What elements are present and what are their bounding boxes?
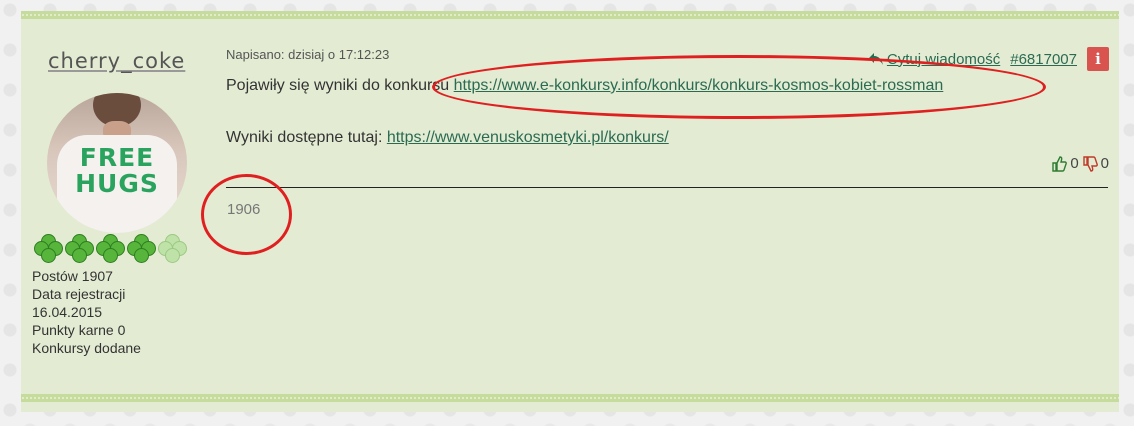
rank-icons	[33, 233, 187, 263]
author-registration-label: Data rejestracji	[32, 286, 126, 302]
avatar[interactable]: FREE HUGS	[47, 93, 187, 233]
results-link[interactable]: https://www.venuskosmetyki.pl/konkurs/	[387, 129, 669, 146]
signature-divider	[226, 187, 1108, 188]
clover-icon	[95, 233, 125, 263]
clover-faded-icon	[157, 233, 187, 263]
author-registration-date: 16.04.2015	[32, 304, 103, 320]
clover-icon	[33, 233, 63, 263]
report-info-icon[interactable]: i	[1087, 47, 1109, 71]
red-circle-annotation-link	[432, 55, 1046, 119]
post-date: Napisano: dzisiaj o 17:12:23	[226, 47, 390, 62]
post-line-2: Wyniki dostępne tutaj: https://www.venus…	[226, 128, 1106, 148]
avatar-shirt-text: FREE HUGS	[75, 143, 159, 198]
clover-icon	[126, 233, 156, 263]
post-line-2-text: Wyniki dostępne tutaj:	[226, 129, 387, 146]
author-post-count: Postów 1907	[32, 268, 113, 284]
author-contests-added: Konkursy dodane	[32, 340, 141, 356]
thumbs-down-icon[interactable]	[1082, 155, 1098, 172]
red-circle-annotation-signature	[201, 174, 292, 255]
author-info: Postów 1907 Data rejestracji 16.04.2015 …	[32, 267, 141, 357]
post-number-link[interactable]: #6817007	[1010, 51, 1077, 68]
upvote-count: 0	[1070, 155, 1079, 172]
author-penalty-points: Punkty karne 0	[32, 322, 126, 338]
post-bottom-bar	[21, 394, 1119, 402]
clover-icon	[64, 233, 94, 263]
post-top-bar	[21, 11, 1119, 19]
forum-post: cherry_coke FREE HUGS Postów 1907 Data r…	[21, 11, 1119, 412]
downvote-count: 0	[1100, 155, 1109, 172]
author-username[interactable]: cherry_coke	[48, 49, 185, 73]
thumbs-up-icon[interactable]	[1051, 155, 1068, 172]
post-line-1-text: Pojawiły się wyniki do konkursu	[226, 77, 454, 94]
vote-controls: 0 0	[1041, 155, 1109, 172]
